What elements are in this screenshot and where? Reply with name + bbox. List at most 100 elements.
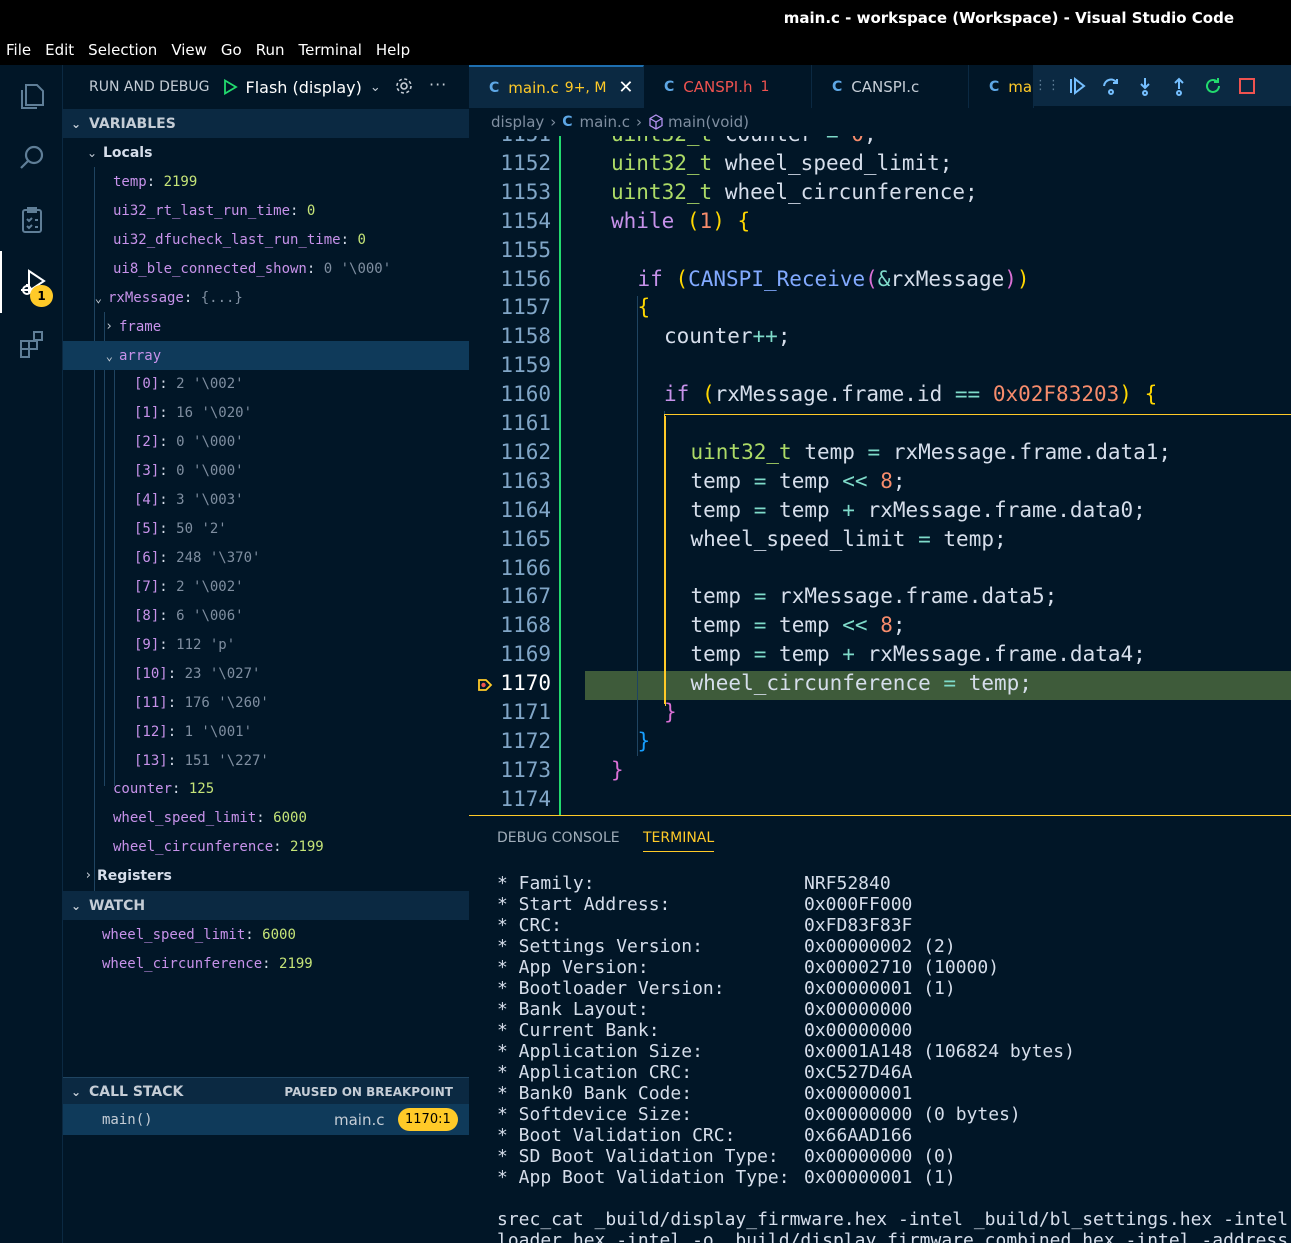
code-line[interactable]: 1152 uint32_t wheel_speed_limit; bbox=[469, 151, 1291, 180]
code-line[interactable]: 1153 uint32_t wheel_circunference; bbox=[469, 180, 1291, 209]
code-line[interactable]: 1156 if (CANSPI_Receive(&rxMessage)) bbox=[469, 267, 1291, 296]
array-element-row[interactable]: [13]: 151 '\227' bbox=[63, 746, 469, 775]
variable-row[interactable]: wheel_circunference: 2199 bbox=[63, 832, 469, 861]
watch-row[interactable]: wheel_circunference: 2199 bbox=[63, 949, 469, 978]
array-element-row[interactable]: [6]: 248 '\370' bbox=[63, 543, 469, 572]
array-element-row[interactable]: [3]: 0 '\000' bbox=[63, 456, 469, 485]
watch-section-header[interactable]: ⌄ WATCH bbox=[63, 891, 469, 920]
array-element-row[interactable]: [11]: 176 '\260' bbox=[63, 688, 469, 717]
menu-selection[interactable]: Selection bbox=[82, 41, 165, 59]
variable-row[interactable]: temp: 2199 bbox=[63, 167, 469, 196]
locals-scope[interactable]: ⌄ Locals bbox=[63, 138, 469, 167]
code-line[interactable]: 1159 bbox=[469, 353, 1291, 382]
tab-main-c[interactable]: C main.c 9+, M ✕ bbox=[469, 65, 644, 108]
line-number: 1163 bbox=[500, 468, 551, 493]
call-stack-section-header[interactable]: ⌄ CALL STACK PAUSED ON BREAKPOINT bbox=[63, 1077, 469, 1105]
code-line[interactable]: 1163 temp = temp << 8; bbox=[469, 469, 1291, 498]
terminal-key: * SD Boot Validation Type: bbox=[497, 1146, 779, 1167]
code-line[interactable]: 1167 temp = rxMessage.frame.data5; bbox=[469, 584, 1291, 613]
array-element-row[interactable]: [9]: 112 'p' bbox=[63, 630, 469, 659]
variable-row[interactable]: ui32_dfucheck_last_run_time: 0 bbox=[63, 225, 469, 254]
step-over-icon[interactable] bbox=[1094, 65, 1128, 106]
code-line[interactable]: 1172} bbox=[469, 729, 1291, 758]
testing-icon[interactable] bbox=[0, 189, 63, 251]
continue-icon[interactable] bbox=[1060, 65, 1094, 106]
code-line[interactable]: 1171} bbox=[469, 700, 1291, 729]
terminal-line: * Current Bank: 0x00000000 bbox=[497, 1020, 1291, 1041]
extensions-icon[interactable] bbox=[0, 313, 63, 375]
code-line[interactable]: 1174 bbox=[469, 787, 1291, 815]
code-editor[interactable]: 1151 uint32_t counter = 0; 1152 uint32_t wh… bbox=[469, 136, 1291, 815]
variable-row[interactable]: wheel_speed_limit: 6000 bbox=[63, 803, 469, 832]
menu-file[interactable]: File bbox=[0, 41, 39, 59]
code-line[interactable]: 1162 uint32_t temp = rxMessage.frame.data… bbox=[469, 440, 1291, 469]
array-element-row[interactable]: [10]: 23 '\027' bbox=[63, 659, 469, 688]
terminal-output[interactable]: * Family: NRF52840 * Start Address: 0x000FF… bbox=[497, 873, 1291, 1243]
code-line[interactable]: 1158 counter++; bbox=[469, 324, 1291, 353]
code-line[interactable]: 1173} bbox=[469, 758, 1291, 787]
variable-row[interactable]: counter: 125 bbox=[63, 774, 469, 803]
array-value: 6 '\006' bbox=[176, 607, 244, 624]
search-icon[interactable] bbox=[0, 127, 63, 189]
step-into-icon[interactable] bbox=[1128, 65, 1162, 106]
code-line[interactable]: 1164 temp = temp + rxMessage.frame.data0; bbox=[469, 498, 1291, 527]
launch-config-select[interactable]: Flash (display) bbox=[246, 78, 362, 97]
code-line[interactable]: 1168 temp = temp << 8; bbox=[469, 613, 1291, 642]
code-line[interactable]: 1154 while (1) { bbox=[469, 209, 1291, 238]
menu-terminal[interactable]: Terminal bbox=[293, 41, 370, 59]
code-line[interactable]: 1157 { bbox=[469, 295, 1291, 324]
more-actions-icon[interactable]: ··· bbox=[429, 75, 447, 94]
code-line[interactable]: 1169 temp = temp + rxMessage.frame.data4; bbox=[469, 642, 1291, 671]
breadcrumb-folder[interactable]: display bbox=[491, 113, 544, 131]
tab-terminal[interactable]: TERMINAL bbox=[643, 830, 715, 852]
tab-canspi-c[interactable]: C CANSPI.c bbox=[812, 65, 969, 108]
variables-section-header[interactable]: ⌄ VARIABLES bbox=[63, 109, 469, 138]
run-and-debug-icon[interactable]: 1 bbox=[0, 251, 63, 313]
array-element-row[interactable]: [0]: 2 '\002' bbox=[63, 369, 469, 398]
array-element-row[interactable]: [7]: 2 '\002' bbox=[63, 572, 469, 601]
menu-edit[interactable]: Edit bbox=[39, 41, 82, 59]
variable-row[interactable]: ui32_rt_last_run_time: 0 bbox=[63, 196, 469, 225]
array-element-row[interactable]: [4]: 3 '\003' bbox=[63, 485, 469, 514]
close-icon[interactable]: ✕ bbox=[618, 77, 633, 98]
registers-scope[interactable]: › Registers bbox=[63, 861, 469, 890]
array-element-row[interactable]: [2]: 0 '\000' bbox=[63, 427, 469, 456]
menu-go[interactable]: Go bbox=[215, 41, 250, 59]
drag-handle-icon[interactable]: ⋮⋮ bbox=[1034, 65, 1060, 106]
code-line[interactable]: 1155 bbox=[469, 238, 1291, 267]
explorer-icon[interactable] bbox=[0, 65, 63, 127]
code-line[interactable]: 1170 wheel_circunference = temp; bbox=[469, 671, 1291, 701]
step-out-icon[interactable] bbox=[1162, 65, 1196, 106]
code-line[interactable]: 1151 uint32_t counter = 0; bbox=[469, 136, 1291, 151]
tab-canspi-h[interactable]: C CANSPI.h 1 bbox=[644, 65, 812, 108]
call-stack-frame[interactable]: main() main.c 1170:1 bbox=[63, 1104, 469, 1135]
variable-row-frame[interactable]: › frame bbox=[63, 312, 469, 341]
start-debugging-icon[interactable] bbox=[222, 79, 238, 95]
menu-view[interactable]: View bbox=[165, 41, 215, 59]
breadcrumb-symbol[interactable]: main(void) bbox=[668, 113, 749, 131]
menu-help[interactable]: Help bbox=[370, 41, 418, 59]
variable-row-array[interactable]: ⌄ array bbox=[63, 341, 469, 370]
code-line[interactable]: 1161 bbox=[469, 411, 1291, 440]
tab-debug-console[interactable]: DEBUG CONSOLE bbox=[497, 830, 620, 846]
code-line[interactable]: 1165 wheel_speed_limit = temp; bbox=[469, 527, 1291, 556]
variable-row-rxmessage[interactable]: ⌄ rxMessage: {...} bbox=[63, 283, 469, 312]
code-line[interactable]: 1160 if (rxMessage.frame.id == 0x02F83203… bbox=[469, 382, 1291, 411]
stop-icon[interactable] bbox=[1230, 65, 1264, 106]
array-element-row[interactable]: [8]: 6 '\006' bbox=[63, 601, 469, 630]
array-element-row[interactable]: [12]: 1 '\001' bbox=[63, 717, 469, 746]
terminal-value: 0x00000000 (0) bbox=[804, 1146, 956, 1167]
tab-label: CANSPI.h bbox=[683, 77, 753, 96]
code-line[interactable]: 1166 bbox=[469, 556, 1291, 585]
variable-row[interactable]: ui8_ble_connected_shown: 0 '\000' bbox=[63, 254, 469, 283]
breadcrumb-file[interactable]: main.c bbox=[580, 113, 631, 131]
gear-icon[interactable] bbox=[394, 76, 414, 96]
array-element-row[interactable]: [5]: 50 '2' bbox=[63, 514, 469, 543]
tab-overflow[interactable]: C ma bbox=[969, 65, 1034, 108]
chevron-down-icon[interactable]: ⌄ bbox=[370, 80, 381, 95]
array-element-row[interactable]: [1]: 16 '\020' bbox=[63, 398, 469, 427]
watch-row[interactable]: wheel_speed_limit: 6000 bbox=[63, 920, 469, 949]
menu-run[interactable]: Run bbox=[250, 41, 293, 59]
restart-icon[interactable] bbox=[1196, 65, 1230, 106]
line-number: 1166 bbox=[500, 555, 551, 580]
